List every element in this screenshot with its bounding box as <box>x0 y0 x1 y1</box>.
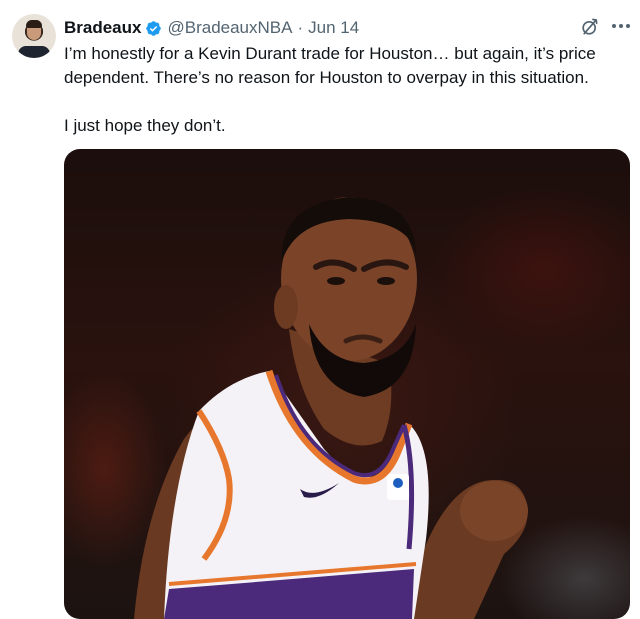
avatar-suit <box>18 46 50 58</box>
player-ear <box>274 285 298 329</box>
header-separator: · <box>297 18 304 37</box>
author-display-name[interactable]: Bradeaux <box>64 18 141 38</box>
grok-icon[interactable] <box>580 17 600 37</box>
tweet-text-paragraph-1: I’m honestly for a Kevin Durant trade fo… <box>64 44 596 87</box>
tweet-text-paragraph-2: I just hope they don’t. <box>64 116 226 135</box>
tweet-media-photo[interactable] <box>64 149 630 619</box>
verified-badge-icon <box>146 20 162 36</box>
tweet-text: I’m honestly for a Kevin Durant trade fo… <box>64 42 624 138</box>
more-options-icon[interactable] <box>609 16 633 36</box>
avatar-hair <box>26 20 42 28</box>
author-avatar[interactable] <box>12 14 56 58</box>
tweet-date[interactable]: Jun 14 <box>308 18 359 38</box>
author-handle[interactable]: @BradeauxNBA <box>167 18 292 38</box>
sponsor-patch-mark <box>393 478 403 488</box>
player-eye-left <box>327 277 345 285</box>
tweet-header: Bradeaux @BradeauxNBA · Jun 14 <box>64 16 359 40</box>
player-fist <box>460 481 528 541</box>
player-photo <box>134 197 528 619</box>
player-eye-right <box>377 277 395 285</box>
